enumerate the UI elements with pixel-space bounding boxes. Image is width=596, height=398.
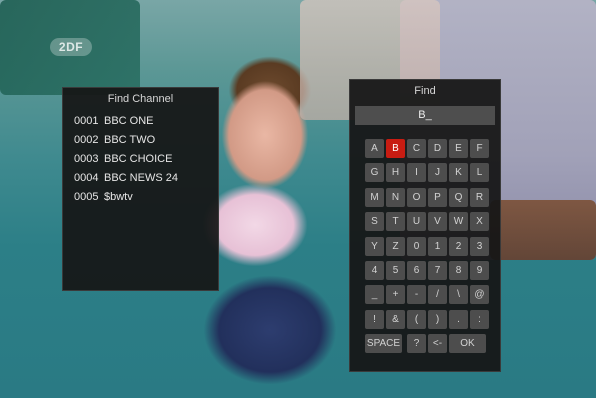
key-char[interactable]: Q <box>449 187 468 207</box>
find-title: Find <box>414 85 436 97</box>
key-char[interactable]: F <box>470 139 489 158</box>
channel-logo: 2DF <box>50 38 92 56</box>
channel-name: BBC NEWS 24 <box>104 172 178 184</box>
key-char[interactable]: _ <box>365 285 384 305</box>
key-char[interactable]: / <box>428 285 447 305</box>
key-char[interactable]: O <box>407 187 426 207</box>
key-char[interactable]: K <box>449 163 468 183</box>
channel-item[interactable]: 0004 BBC NEWS 24 <box>63 169 218 188</box>
key-char[interactable]: H <box>386 163 405 183</box>
key-char[interactable]: R <box>470 187 489 207</box>
key-char[interactable]: S <box>365 212 384 232</box>
channel-item[interactable]: 0005 $bwtv <box>63 188 218 207</box>
key-char[interactable]: : <box>470 309 489 329</box>
channel-name: BBC ONE <box>104 115 154 127</box>
key-char[interactable]: 1 <box>428 236 447 256</box>
key-char[interactable]: P <box>428 187 447 207</box>
key-char[interactable]: T <box>386 212 405 232</box>
key-char[interactable]: W <box>449 212 468 232</box>
key-char[interactable]: @ <box>470 285 489 305</box>
channel-item[interactable]: 0003 BBC CHOICE <box>63 150 218 169</box>
key-char[interactable]: U <box>407 212 426 232</box>
key-char[interactable]: C <box>407 139 426 158</box>
key-ok[interactable]: OK <box>449 334 486 354</box>
key-char[interactable]: 0 <box>407 236 426 256</box>
channel-item[interactable]: 0001 BBC ONE <box>63 112 218 131</box>
key-char[interactable]: ! <box>365 309 384 329</box>
key-char[interactable]: B <box>386 139 405 158</box>
key-char[interactable]: 9 <box>470 261 489 280</box>
key-char[interactable]: 7 <box>428 261 447 280</box>
key-char[interactable]: - <box>407 285 426 305</box>
key-char[interactable]: V <box>428 212 447 232</box>
key-char[interactable]: Z <box>386 236 405 256</box>
key-char[interactable]: 4 <box>365 261 384 280</box>
find-keyboard-panel: Find B_ ABCDEF GHIJKL MNOPQR STUVWX YZ0123 45… <box>349 79 501 372</box>
key-char[interactable]: & <box>386 309 405 329</box>
tv-screen: 2DF Find Channel 0001 BBC ONE 0002 BBC TWO… <box>0 0 596 398</box>
channel-number: 0004 <box>74 172 99 184</box>
channel-number: 0005 <box>74 191 99 203</box>
key-char[interactable]: ? <box>407 334 426 354</box>
key-char[interactable]: E <box>449 139 468 158</box>
channel-number: 0003 <box>74 153 99 165</box>
channel-list: 0001 BBC ONE 0002 BBC TWO 0003 BBC CHOICE 0… <box>63 112 218 207</box>
bg-bench-right <box>490 200 596 260</box>
key-char[interactable]: \ <box>449 285 468 305</box>
channel-number: 0002 <box>74 134 99 146</box>
search-input[interactable]: B_ <box>355 106 495 125</box>
key-space[interactable]: SPACE <box>365 334 402 354</box>
key-char[interactable]: X <box>470 212 489 232</box>
key-char[interactable]: A <box>365 139 384 158</box>
key-char[interactable]: Y <box>365 236 384 256</box>
key-char[interactable]: 3 <box>470 236 489 256</box>
key-char[interactable]: I <box>407 163 426 183</box>
key-char[interactable]: 6 <box>407 261 426 280</box>
key-char[interactable]: N <box>386 187 405 207</box>
key-char[interactable]: M <box>365 187 384 207</box>
key-char[interactable]: ( <box>407 309 426 329</box>
key-char[interactable]: + <box>386 285 405 305</box>
key-char[interactable]: G <box>365 163 384 183</box>
find-channel-title: Find Channel <box>107 93 174 105</box>
channel-number: 0001 <box>74 115 99 127</box>
key-char[interactable]: 5 <box>386 261 405 280</box>
key-char[interactable]: J <box>428 163 447 183</box>
key-char[interactable]: ) <box>428 309 447 329</box>
key-char[interactable]: 2 <box>449 236 468 256</box>
channel-name: $bwtv <box>104 191 133 203</box>
key-char[interactable]: . <box>449 309 468 329</box>
channel-name: BBC CHOICE <box>104 153 173 165</box>
key-char[interactable]: D <box>428 139 447 158</box>
channel-item[interactable]: 0002 BBC TWO <box>63 131 218 150</box>
key-backspace[interactable]: <- <box>428 334 447 354</box>
find-channel-panel: Find Channel 0001 BBC ONE 0002 BBC TWO 000… <box>62 87 219 291</box>
key-char[interactable]: L <box>470 163 489 183</box>
key-char[interactable]: 8 <box>449 261 468 280</box>
channel-name: BBC TWO <box>104 134 156 146</box>
